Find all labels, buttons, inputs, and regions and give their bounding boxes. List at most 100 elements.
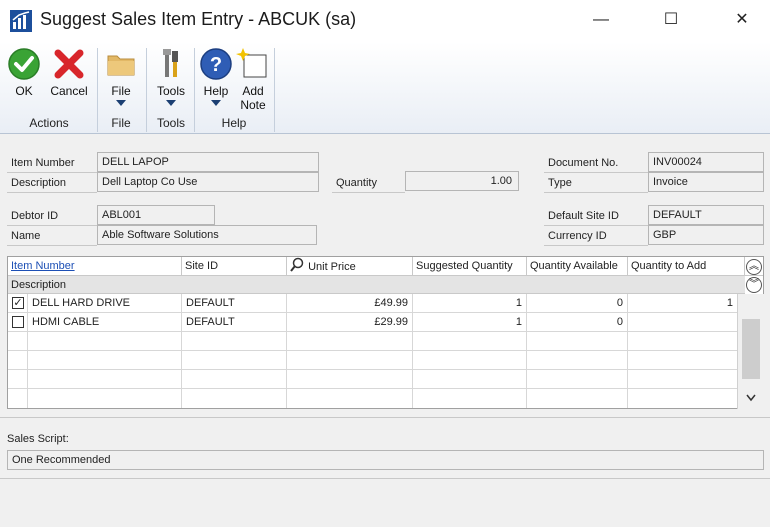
table-row[interactable]: ✓ DELL HARD DRIVE DEFAULT £49.99 1 0 1 <box>8 294 738 313</box>
scrollbar-thumb[interactable] <box>742 319 760 379</box>
cancel-button[interactable]: Cancel <box>48 47 90 98</box>
item-number-cell[interactable]: HDMI CABLE <box>28 313 182 332</box>
quantity-to-add-cell[interactable] <box>628 389 738 408</box>
table-row[interactable] <box>8 332 738 351</box>
ribbon-divider <box>97 48 98 132</box>
unit-price-cell[interactable]: £49.99 <box>287 294 413 313</box>
folder-icon <box>107 55 135 76</box>
ok-button[interactable]: OK <box>4 47 44 98</box>
suggested-quantity-cell[interactable] <box>413 332 527 351</box>
quantity-available-cell[interactable] <box>527 370 628 389</box>
quantity-field[interactable]: 1.00 <box>405 171 519 191</box>
quantity-available-cell[interactable]: 0 <box>527 294 628 313</box>
file-label: File <box>111 84 131 98</box>
row-select-cell[interactable] <box>8 332 28 351</box>
table-row[interactable] <box>8 370 738 389</box>
chevron-down-icon <box>116 100 126 106</box>
row-checkbox[interactable]: ✓ <box>12 297 24 309</box>
currency-id-field[interactable]: GBP <box>648 225 764 245</box>
site-id-cell[interactable]: DEFAULT <box>182 294 287 313</box>
table-row[interactable] <box>8 389 738 408</box>
add-note-icon <box>236 48 267 78</box>
row-select-cell[interactable] <box>8 370 28 389</box>
item-number-label: Item Number <box>7 153 97 173</box>
item-number-cell[interactable] <box>28 332 182 351</box>
row-select-cell[interactable] <box>8 313 28 332</box>
debtor-id-field[interactable]: ABL001 <box>97 205 215 225</box>
column-header-item-number[interactable]: Item Number <box>8 257 182 276</box>
site-id-cell[interactable] <box>182 332 287 351</box>
row-checkbox[interactable] <box>12 316 24 328</box>
scroll-down-chevron-icon[interactable] <box>746 394 756 402</box>
tools-group-label: Tools <box>156 116 185 130</box>
row-select-cell[interactable]: ✓ <box>8 294 28 313</box>
name-label: Name <box>7 226 97 246</box>
quantity-label: Quantity <box>332 173 405 193</box>
tools-menu-button[interactable]: Tools <box>152 47 190 106</box>
document-no-field[interactable]: INV00024 <box>648 152 764 172</box>
column-header-quantity-to-add[interactable]: Quantity to Add <box>628 257 745 276</box>
table-row[interactable] <box>8 351 738 370</box>
suggested-quantity-cell[interactable]: 1 <box>413 294 527 313</box>
quantity-to-add-cell[interactable]: 1 <box>628 294 738 313</box>
row-select-cell[interactable] <box>8 351 28 370</box>
column-header-quantity-available[interactable]: Quantity Available <box>527 257 628 276</box>
document-no-label: Document No. <box>544 153 648 173</box>
quantity-to-add-cell[interactable] <box>628 351 738 370</box>
type-field[interactable]: Invoice <box>648 172 764 192</box>
row-select-cell[interactable] <box>8 389 28 408</box>
item-number-cell[interactable]: DELL HARD DRIVE <box>28 294 182 313</box>
item-number-cell[interactable] <box>28 351 182 370</box>
unit-price-cell[interactable]: £29.99 <box>287 313 413 332</box>
ribbon-divider <box>274 48 275 132</box>
suggested-quantity-cell[interactable] <box>413 370 527 389</box>
add-note-label-line2: Note <box>240 98 266 112</box>
sales-script-field[interactable]: One Recommended <box>7 450 764 470</box>
column-header-suggested-quantity[interactable]: Suggested Quantity <box>413 257 527 276</box>
suggested-quantity-cell[interactable] <box>413 351 527 370</box>
item-number-cell[interactable] <box>28 370 182 389</box>
sales-script-label: Sales Script: <box>7 433 69 445</box>
suggested-quantity-cell[interactable] <box>413 389 527 408</box>
suggested-quantity-cell[interactable]: 1 <box>413 313 527 332</box>
app-icon <box>10 10 32 32</box>
quantity-to-add-cell[interactable] <box>628 332 738 351</box>
unit-price-cell[interactable] <box>287 351 413 370</box>
default-site-id-label: Default Site ID <box>544 206 648 226</box>
site-id-cell[interactable] <box>182 351 287 370</box>
maximize-button[interactable]: ☐ <box>648 0 694 42</box>
file-group-label: File <box>111 116 131 130</box>
site-id-cell[interactable] <box>182 389 287 408</box>
quantity-available-cell[interactable] <box>527 332 628 351</box>
vertical-scrollbar[interactable] <box>737 294 764 409</box>
site-id-cell[interactable]: DEFAULT <box>182 313 287 332</box>
table-row[interactable]: HDMI CABLE DEFAULT £29.99 1 0 <box>8 313 738 332</box>
help-menu-button[interactable]: ? Help <box>197 47 235 106</box>
description-field[interactable]: Dell Laptop Co Use <box>97 172 319 192</box>
expand-rows-icon[interactable]: ︾ <box>746 277 762 293</box>
quantity-to-add-cell[interactable] <box>628 313 738 332</box>
quantity-available-cell[interactable]: 0 <box>527 313 628 332</box>
unit-price-cell[interactable] <box>287 370 413 389</box>
add-note-button[interactable]: Add Note <box>235 47 271 112</box>
unit-price-cell[interactable] <box>287 332 413 351</box>
column-header-site-id[interactable]: Site ID <box>182 257 287 276</box>
item-number-field[interactable]: DELL LAPOP <box>97 152 319 172</box>
quantity-available-cell[interactable] <box>527 351 628 370</box>
cancel-label: Cancel <box>50 84 88 98</box>
quantity-available-cell[interactable] <box>527 389 628 408</box>
unit-price-cell[interactable] <box>287 389 413 408</box>
svg-text:?: ? <box>210 54 222 76</box>
minimize-button[interactable]: — <box>578 0 624 42</box>
file-menu-button[interactable]: File <box>103 47 139 106</box>
collapse-rows-icon[interactable]: ︽ <box>746 259 762 275</box>
lookup-magnifier-icon[interactable] <box>289 257 305 273</box>
column-header-unit-price[interactable]: Unit Price <box>287 257 413 276</box>
default-site-id-field[interactable]: DEFAULT <box>648 205 764 225</box>
name-field[interactable]: Able Software Solutions <box>97 225 317 245</box>
item-number-cell[interactable] <box>28 389 182 408</box>
site-id-cell[interactable] <box>182 370 287 389</box>
debtor-id-label: Debtor ID <box>7 206 97 226</box>
close-button[interactable]: ✕ <box>719 0 765 42</box>
quantity-to-add-cell[interactable] <box>628 370 738 389</box>
